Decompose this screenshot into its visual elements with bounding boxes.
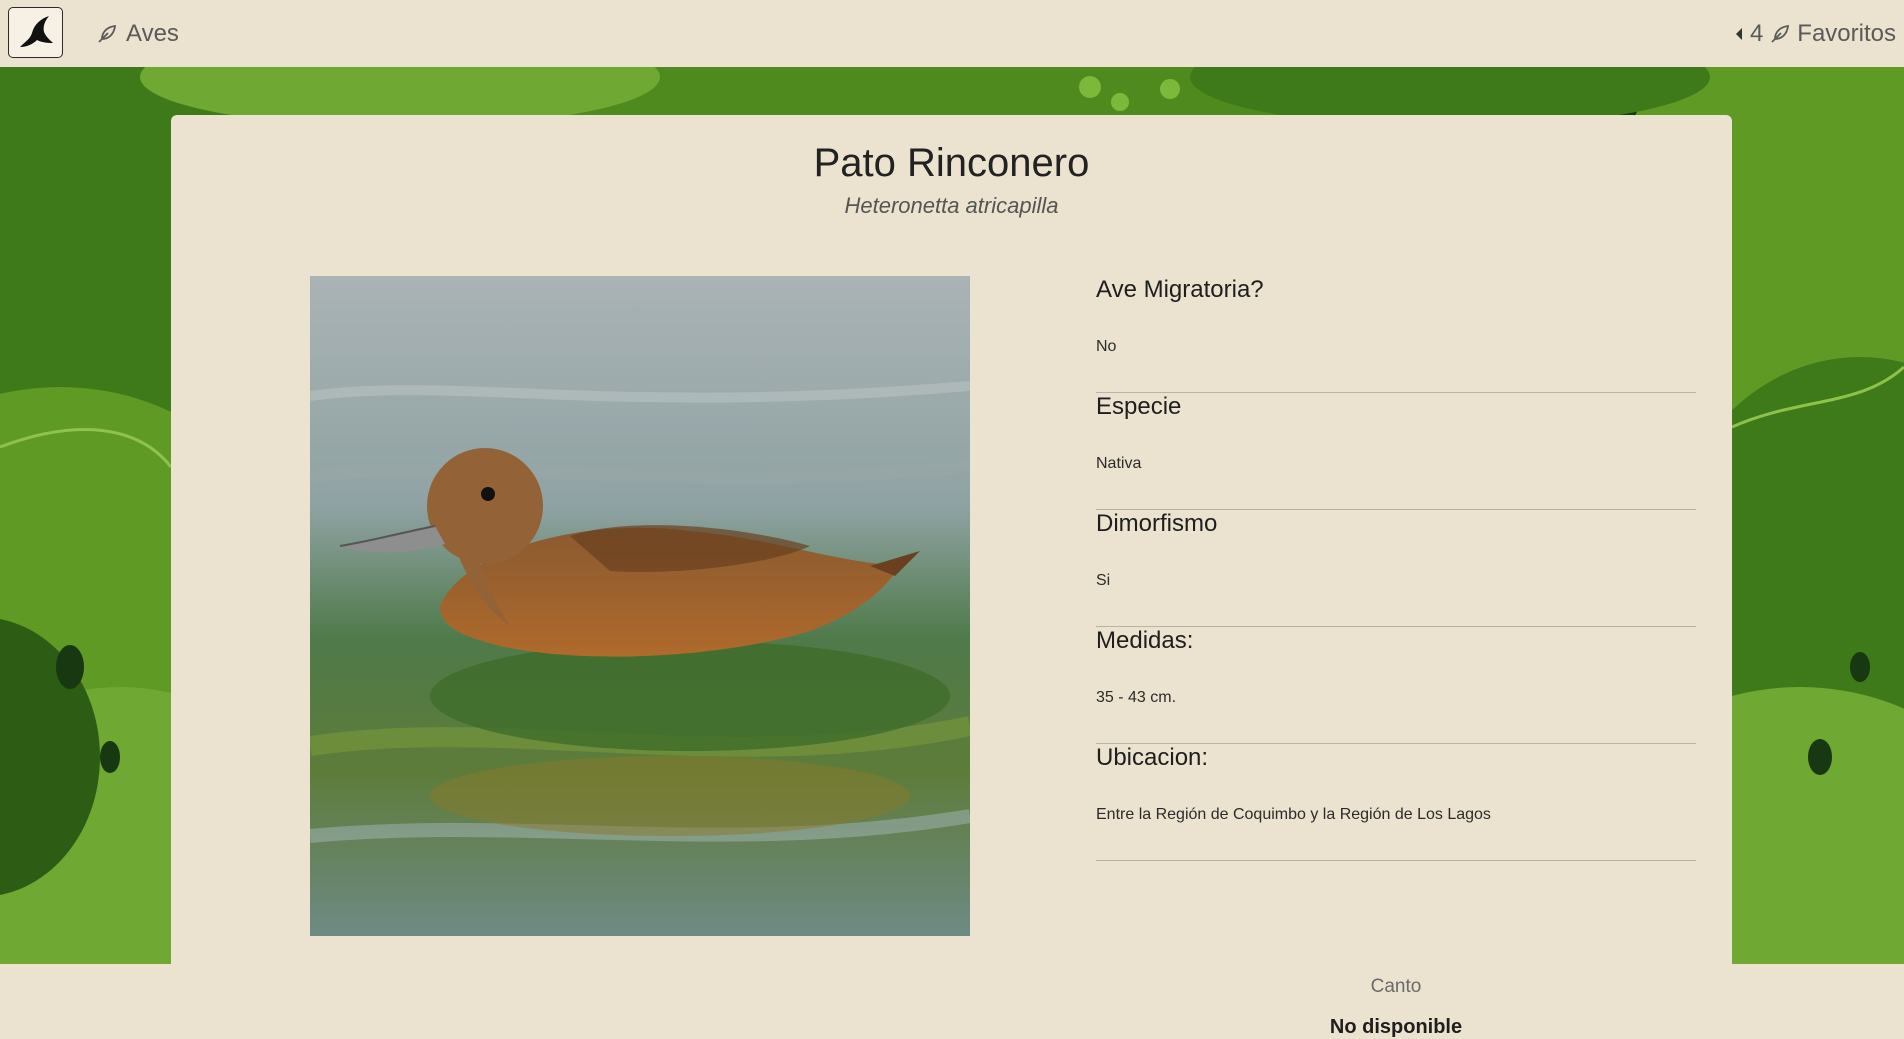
bird-detail-card: Pato Rinconero Heteronetta atricapilla A… bbox=[171, 115, 1732, 1038]
info-label: Medidas: bbox=[1096, 627, 1194, 654]
info-item-ubicacion: Ubicacion: Entre la Región de Coquimbo y… bbox=[1096, 744, 1696, 861]
info-item-especie: Especie Nativa bbox=[1096, 393, 1696, 510]
favorites-label: Favoritos bbox=[1797, 20, 1896, 47]
info-item-migratoria: Ave Migratoria? No bbox=[1096, 276, 1696, 393]
caret-left-icon bbox=[1735, 28, 1742, 40]
canto-value: No disponible bbox=[1329, 1016, 1463, 1038]
top-navbar: Aves 4 Favoritos bbox=[0, 0, 1904, 67]
bird-silhouette-icon bbox=[19, 15, 53, 47]
bird-info-list: Ave Migratoria? No Especie Nativa Dimorf… bbox=[1096, 276, 1696, 1038]
feather-icon bbox=[98, 24, 117, 43]
info-value: Si bbox=[1096, 572, 1111, 589]
bird-logo-button[interactable] bbox=[8, 7, 63, 58]
info-item-dimorfismo: Dimorfismo Si bbox=[1096, 510, 1696, 627]
nav-aves-label: Aves bbox=[126, 20, 179, 47]
info-value: Nativa bbox=[1096, 455, 1142, 472]
bird-common-name: Pato Rinconero bbox=[813, 141, 1090, 185]
info-value: 35 - 43 cm. bbox=[1096, 689, 1177, 706]
info-label: Especie bbox=[1096, 393, 1182, 420]
nav-link-aves[interactable]: Aves bbox=[96, 18, 179, 50]
bird-photo bbox=[310, 276, 970, 936]
feather-icon bbox=[1771, 24, 1790, 43]
info-label: Ubicacion: bbox=[1096, 744, 1209, 771]
nav-link-favoritos[interactable]: 4 Favoritos bbox=[1734, 18, 1896, 50]
favorites-count: 4 bbox=[1749, 20, 1764, 47]
info-label: Dimorfismo bbox=[1096, 510, 1218, 537]
info-value: Entre la Región de Coquimbo y la Región … bbox=[1096, 806, 1491, 823]
info-item-medidas: Medidas: 35 - 43 cm. bbox=[1096, 627, 1696, 744]
info-label: Ave Migratoria? bbox=[1096, 276, 1264, 303]
info-value: No bbox=[1096, 338, 1117, 355]
duck-photo-icon bbox=[310, 276, 970, 936]
canto-label: Canto bbox=[1370, 976, 1422, 997]
bird-scientific-name: Heteronetta atricapilla bbox=[844, 193, 1059, 218]
